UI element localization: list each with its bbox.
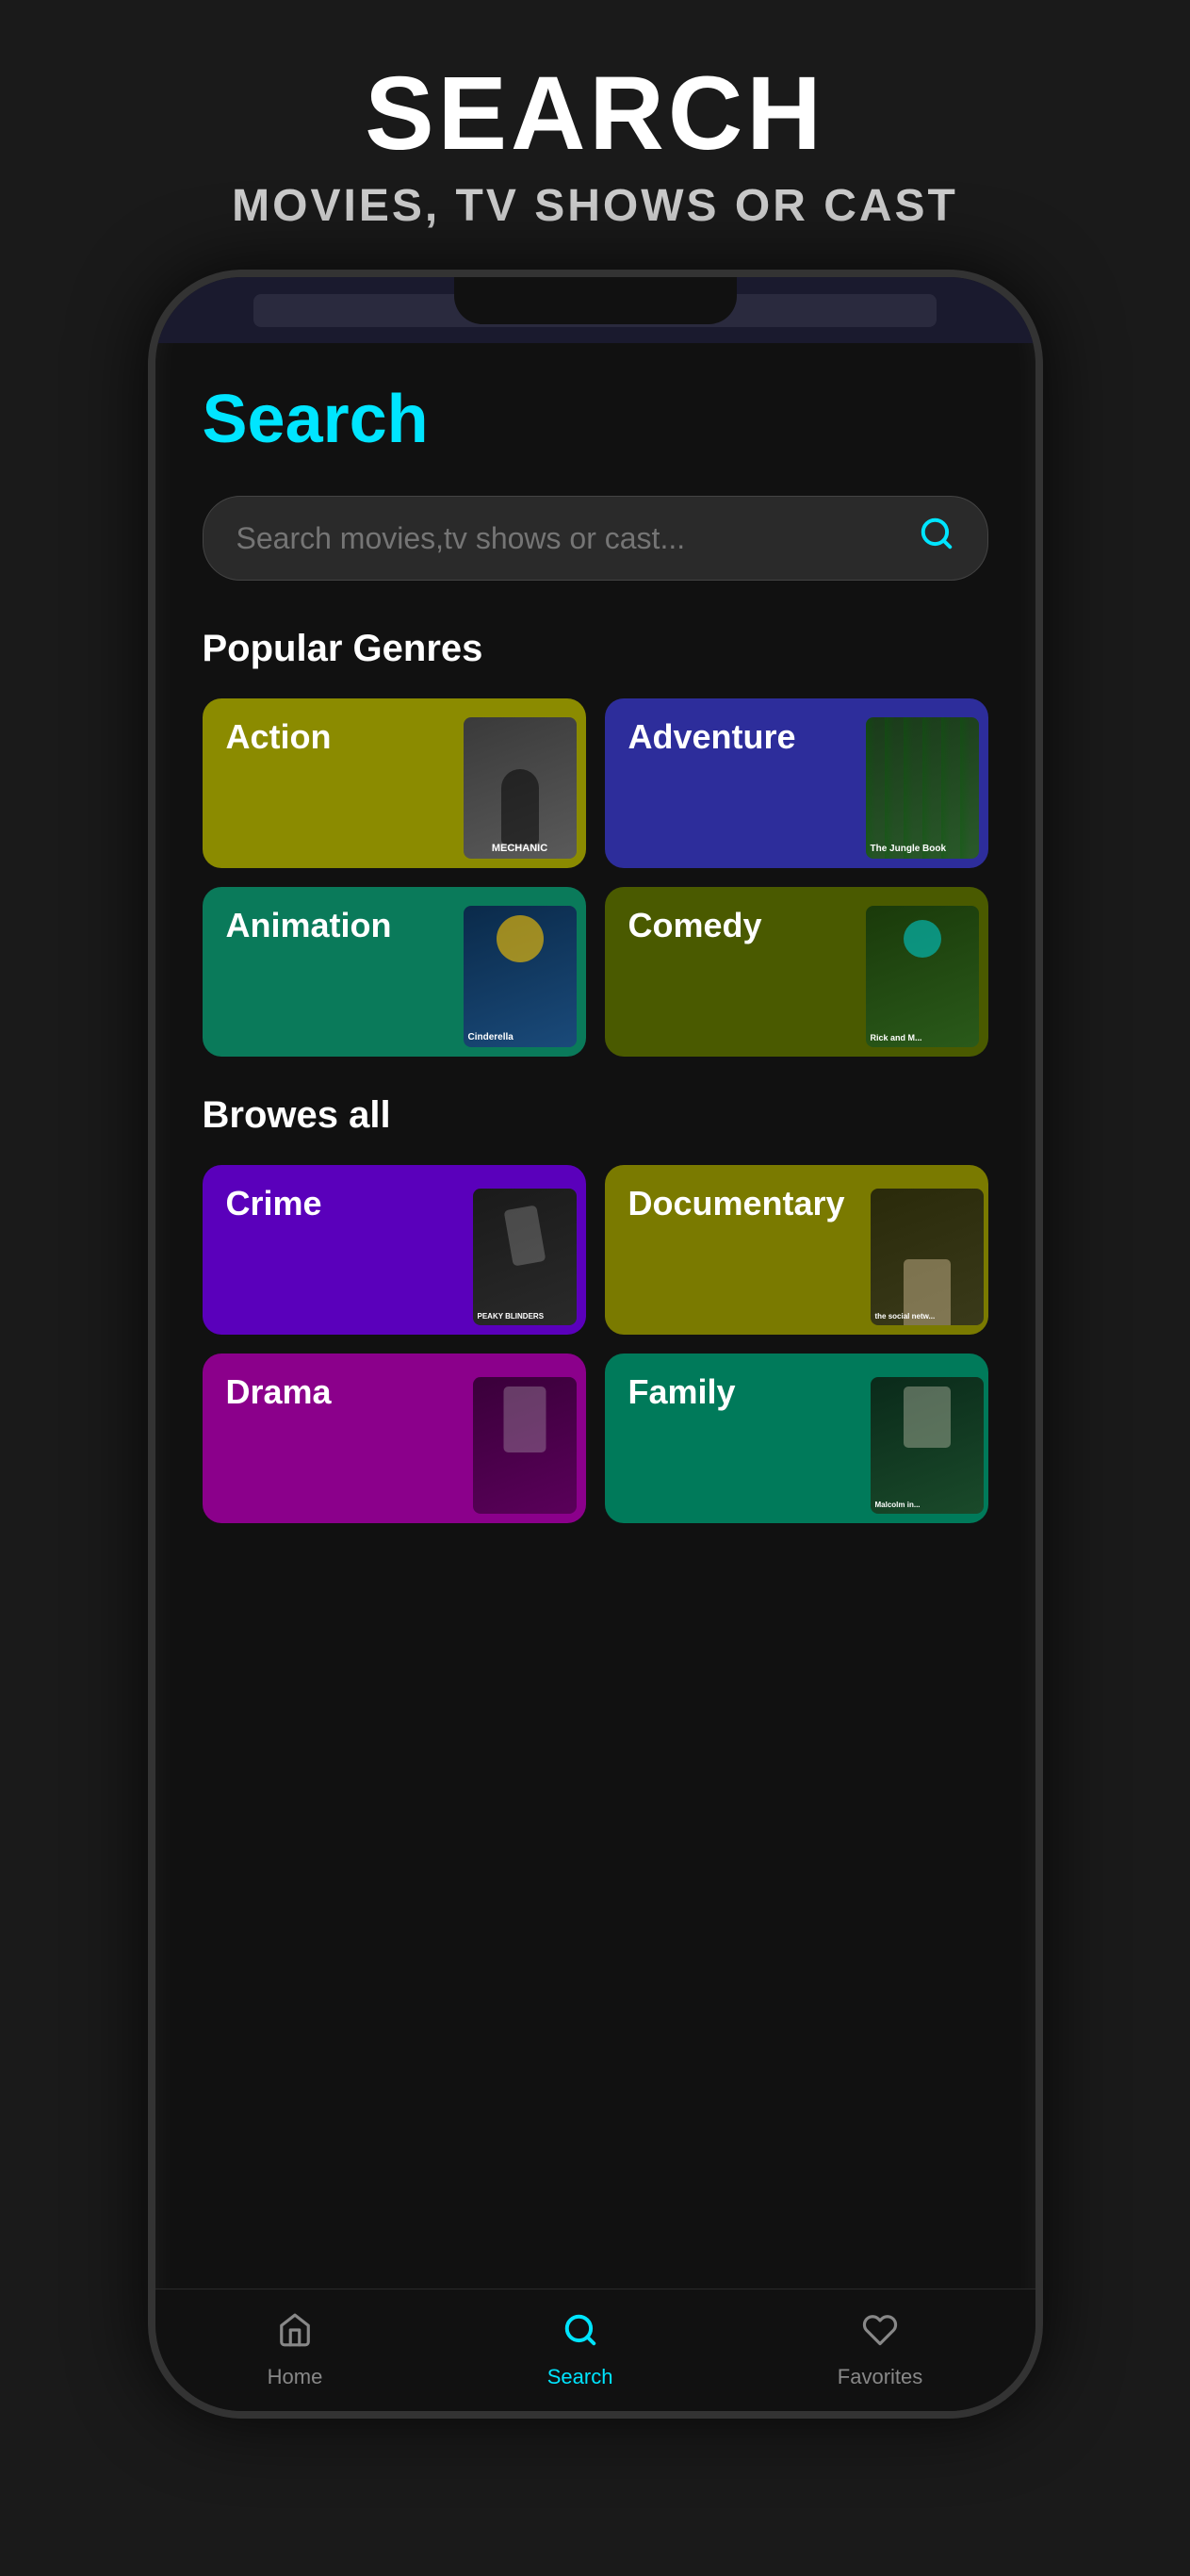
search-bar-container[interactable] [203, 496, 988, 581]
genre-adventure[interactable]: Adventure The Jungle Book [605, 698, 988, 868]
genre-action[interactable]: Action MECHANIC [203, 698, 586, 868]
top-header: SEARCH MOVIES, TV SHOWS OR CAST [0, 0, 1190, 270]
nav-home-label: Home [268, 2365, 323, 2389]
nav-search-label: Search [547, 2365, 613, 2389]
search-submit-icon[interactable] [919, 516, 954, 561]
heart-icon [862, 2312, 898, 2357]
genre-animation-label: Animation [226, 906, 392, 945]
genre-family[interactable]: Family Malcolm in... [605, 1354, 988, 1523]
genre-documentary[interactable]: Documentary the social netw... [605, 1165, 988, 1335]
main-subtitle: MOVIES, TV SHOWS OR CAST [38, 180, 1152, 232]
genre-action-label: Action [226, 717, 332, 757]
genre-comedy[interactable]: Comedy Rick and M... [605, 887, 988, 1057]
search-input[interactable] [236, 521, 919, 556]
phone-notch [454, 277, 737, 324]
nav-home[interactable]: Home [268, 2312, 323, 2389]
genre-adventure-label: Adventure [628, 717, 796, 757]
genre-drama[interactable]: Drama [203, 1354, 586, 1523]
browes-all-heading: Browes all [203, 1094, 988, 1137]
popular-genres-heading: Popular Genres [203, 628, 988, 670]
genre-animation[interactable]: Animation Cinderella [203, 887, 586, 1057]
popular-genres-grid: Action MECHANIC Adventure The Jung [203, 698, 988, 1057]
home-icon [277, 2312, 313, 2357]
bottom-navigation: Home Search Favorites [155, 2289, 1035, 2411]
phone-content[interactable]: Search Popular Genres Action [155, 343, 1035, 2289]
nav-favorites-label: Favorites [838, 2365, 922, 2389]
main-title: SEARCH [38, 57, 1152, 171]
genre-drama-label: Drama [226, 1372, 332, 1412]
genre-crime[interactable]: Crime PEAKY BLINDERS [203, 1165, 586, 1335]
search-nav-icon [562, 2312, 598, 2357]
nav-favorites[interactable]: Favorites [838, 2312, 922, 2389]
phone-device: Search Popular Genres Action [148, 270, 1043, 2419]
all-genres-grid: Crime PEAKY BLINDERS Documentary the soc… [203, 1165, 988, 1523]
genre-family-label: Family [628, 1372, 736, 1412]
search-page-title: Search [203, 381, 988, 458]
genre-comedy-label: Comedy [628, 906, 762, 945]
genre-crime-label: Crime [226, 1184, 322, 1223]
genre-documentary-label: Documentary [628, 1184, 845, 1223]
nav-search[interactable]: Search [547, 2312, 613, 2389]
